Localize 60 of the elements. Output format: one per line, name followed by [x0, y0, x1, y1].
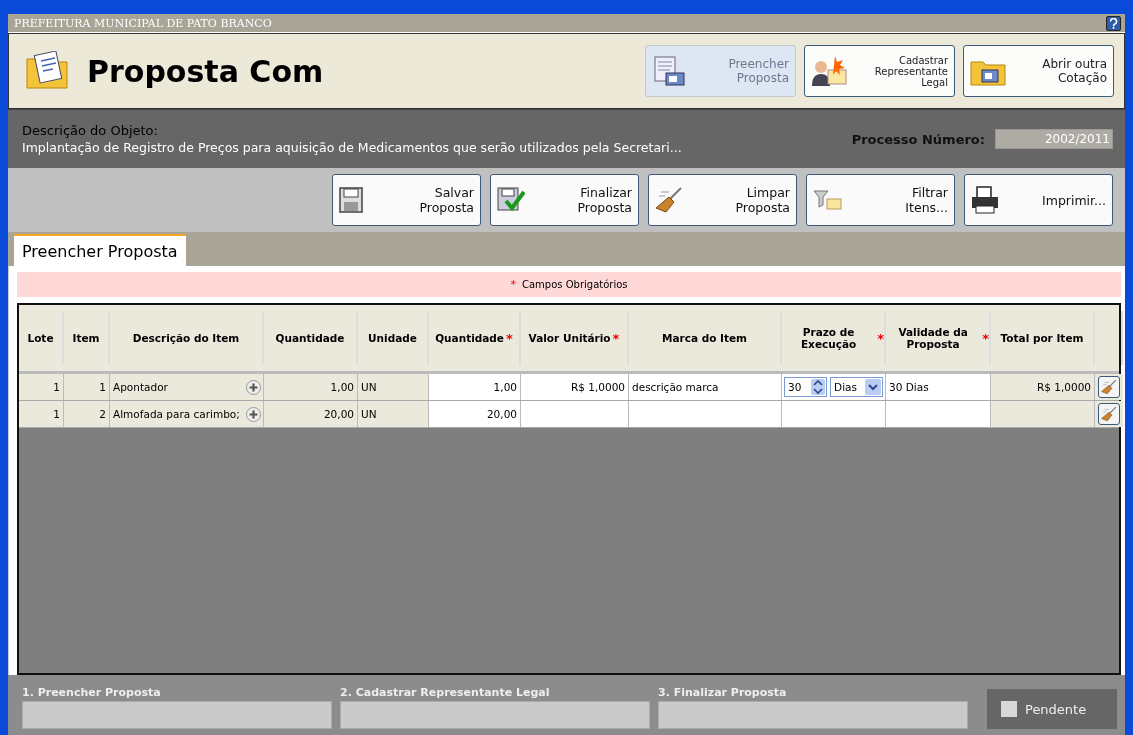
- field-label: Descrição do Objeto:: [22, 123, 159, 138]
- column-header: Total por Item: [991, 311, 1095, 365]
- broom-icon: [1101, 379, 1117, 395]
- table-cell: R$ 1,0000: [991, 374, 1095, 400]
- plus-icon: [246, 406, 261, 422]
- organization-name: PREFEITURA MUNICIPAL DE PATO BRANCO: [14, 16, 272, 30]
- table-cell: 2: [64, 401, 110, 427]
- table-cell: Almofada para carimbo;: [113, 408, 240, 420]
- step-label: 2. Cadastrar Representante Legal: [340, 686, 551, 699]
- table-cell: 1: [19, 401, 64, 427]
- field-label: Processo Número:: [851, 131, 985, 147]
- column-header: Unidade: [358, 311, 429, 365]
- table-cell: 20,00: [264, 401, 358, 427]
- clear-row-button[interactable]: [1098, 403, 1120, 425]
- toolbar-button[interactable]: Filtrar Itens...: [806, 174, 955, 226]
- table-cell: 20,00: [429, 401, 521, 427]
- document-icon: [652, 55, 686, 87]
- table-cell: Apontador: [113, 381, 168, 393]
- toolbar-button[interactable]: Finalizar Proposta: [490, 174, 639, 226]
- plus-icon: [246, 379, 261, 395]
- table-cell: 1: [19, 374, 64, 400]
- help-icon: [1109, 17, 1118, 29]
- table-cell: descrição marca: [629, 374, 782, 400]
- clear-row-button[interactable]: [1098, 376, 1120, 398]
- table-cell: R$ 1,0000: [521, 374, 629, 400]
- days-spinner[interactable]: 30: [784, 377, 828, 397]
- status-label: Pendente: [1025, 701, 1087, 717]
- help-button[interactable]: [1106, 15, 1121, 31]
- table-cell: UN: [358, 401, 429, 427]
- tab[interactable]: Preencher Proposta: [14, 234, 186, 266]
- header-button[interactable]: Abrir outra Cotação: [963, 45, 1114, 97]
- toolbar-button[interactable]: Imprimir...: [964, 174, 1113, 226]
- table-cell: 1: [64, 374, 110, 400]
- disk-checkmark-icon: [497, 187, 525, 213]
- column-header: Marca do Item: [629, 311, 782, 365]
- toolbar-button[interactable]: Salvar Proposta: [332, 174, 481, 226]
- table-cell: 1,00: [429, 374, 521, 400]
- column-header: Quantidade: [264, 311, 358, 365]
- toolbar-button[interactable]: Limpar Proposta: [648, 174, 797, 226]
- printer-icon: [971, 186, 999, 214]
- table-cell: 1,00: [264, 374, 358, 400]
- column-header: Item: [64, 311, 110, 365]
- table-cell: UN: [358, 374, 429, 400]
- filter-icon: [813, 189, 843, 211]
- document-folder-icon: [25, 51, 69, 91]
- spinner-arrows-icon: [811, 379, 826, 395]
- required-fields-note: Campos Obrigatórios: [521, 279, 628, 290]
- header-button[interactable]: Cadastrar Representante Legal: [804, 45, 955, 97]
- broom-icon: [655, 187, 683, 213]
- broom-icon: [1101, 406, 1117, 422]
- header-button[interactable]: Preencher Proposta: [645, 45, 796, 97]
- page-title: Proposta Com: [87, 53, 325, 89]
- object-description: Implantação de Registro de Preços para aquisição de Medicamentos que serão utilizados pela Secretari...: [22, 140, 683, 155]
- step-label: 3. Finalizar Proposta: [658, 686, 788, 699]
- column-header: Descrição do Item: [110, 311, 264, 365]
- required-marker: *: [510, 278, 516, 291]
- table-cell: 30 Dias: [886, 374, 991, 400]
- column-header: Lote: [19, 311, 64, 365]
- unit-dropdown[interactable]: Dias: [830, 377, 883, 397]
- step-label: 1. Preencher Proposta: [22, 686, 162, 699]
